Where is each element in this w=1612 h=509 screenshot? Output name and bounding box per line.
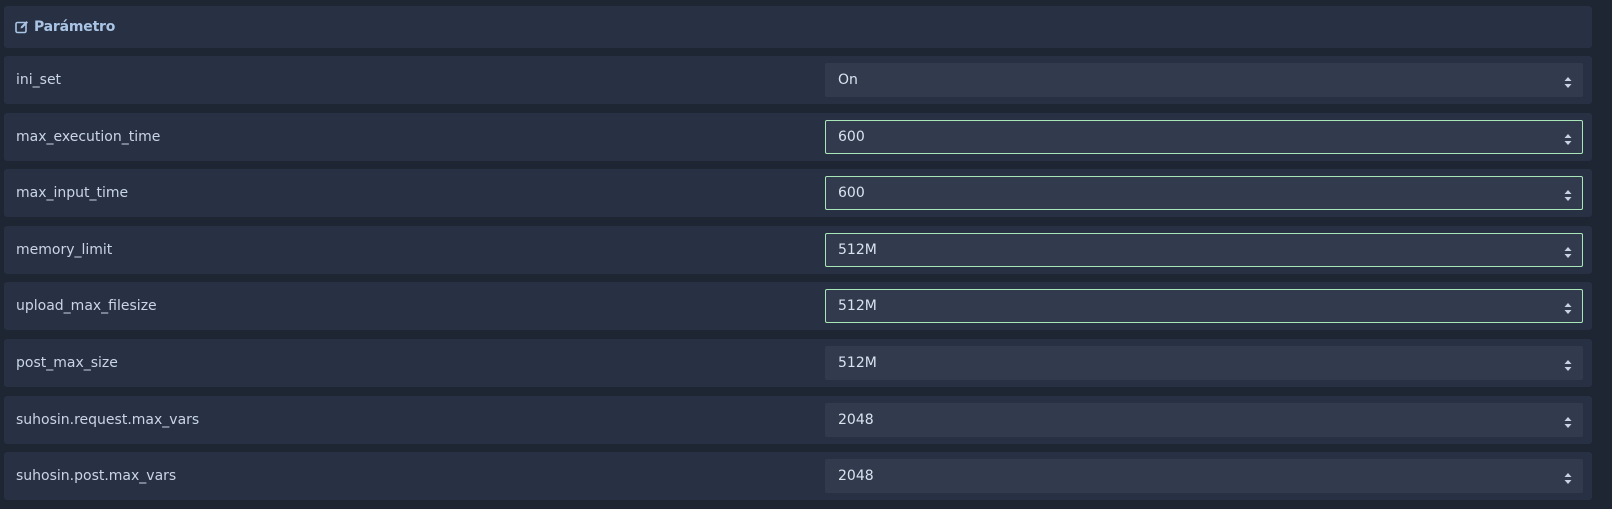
select-value: 600 <box>838 185 865 202</box>
select-value: 512M <box>838 298 877 315</box>
param-select-max-input-time[interactable]: 600 <box>825 176 1583 211</box>
select-value: 512M <box>838 354 877 371</box>
select-value: 600 <box>838 128 865 145</box>
param-select-suhosin-request-max-vars[interactable]: 2048 <box>825 402 1583 437</box>
param-row-ini-set: ini_set On <box>4 56 1592 104</box>
sort-arrows-icon <box>1564 187 1572 202</box>
select-value: 2048 <box>838 468 874 485</box>
param-label: max_execution_time <box>16 128 161 145</box>
param-row-max-input-time: max_input_time 600 <box>4 169 1592 218</box>
sort-arrows-icon <box>1564 244 1572 258</box>
param-row-suhosin-request-max-vars: suhosin.request.max_vars 2048 <box>4 395 1592 444</box>
param-label: post_max_size <box>16 354 118 371</box>
sort-arrows-icon <box>1564 414 1572 428</box>
param-label: suhosin.request.max_vars <box>16 411 200 428</box>
php-parameters-panel: Parámetro ini_set On max_execution_time … <box>0 0 1612 501</box>
param-row-upload-max-filesize: upload_max_filesize 512M <box>4 282 1592 331</box>
param-select-ini-set[interactable]: On <box>825 63 1583 97</box>
select-value: On <box>838 72 858 88</box>
sort-arrows-icon <box>1564 470 1572 485</box>
param-label: suhosin.post.max_vars <box>16 468 177 485</box>
param-select-max-execution-time[interactable]: 600 <box>825 119 1583 154</box>
sort-arrows-icon <box>1564 300 1572 315</box>
select-value: 512M <box>838 241 877 258</box>
select-value: 2048 <box>838 411 874 428</box>
param-label: max_input_time <box>16 185 129 202</box>
param-select-memory-limit[interactable]: 512M <box>825 232 1583 267</box>
panel-header: Parámetro <box>4 6 1592 48</box>
param-row-suhosin-post-max-vars: suhosin.post.max_vars 2048 <box>4 452 1592 501</box>
parameter-list: ini_set On max_execution_time 600 max_in… <box>0 56 1592 509</box>
param-label: upload_max_filesize <box>16 298 157 315</box>
sort-arrows-icon <box>1564 357 1572 371</box>
param-select-post-max-size[interactable]: 512M <box>825 345 1583 380</box>
param-label: ini_set <box>16 72 62 88</box>
param-row-max-execution-time: max_execution_time 600 <box>4 112 1592 161</box>
param-select-upload-max-filesize[interactable]: 512M <box>825 289 1583 324</box>
param-row-post-max-size: post_max_size 512M <box>4 338 1592 387</box>
param-select-suhosin-post-max-vars[interactable]: 2048 <box>825 459 1583 494</box>
panel-title: Parámetro <box>34 19 116 35</box>
edit-icon <box>14 19 30 35</box>
param-row-memory-limit: memory_limit 512M <box>4 225 1592 274</box>
param-label: memory_limit <box>16 241 113 258</box>
sort-arrows-icon <box>1564 74 1572 88</box>
sort-arrows-icon <box>1564 131 1572 145</box>
